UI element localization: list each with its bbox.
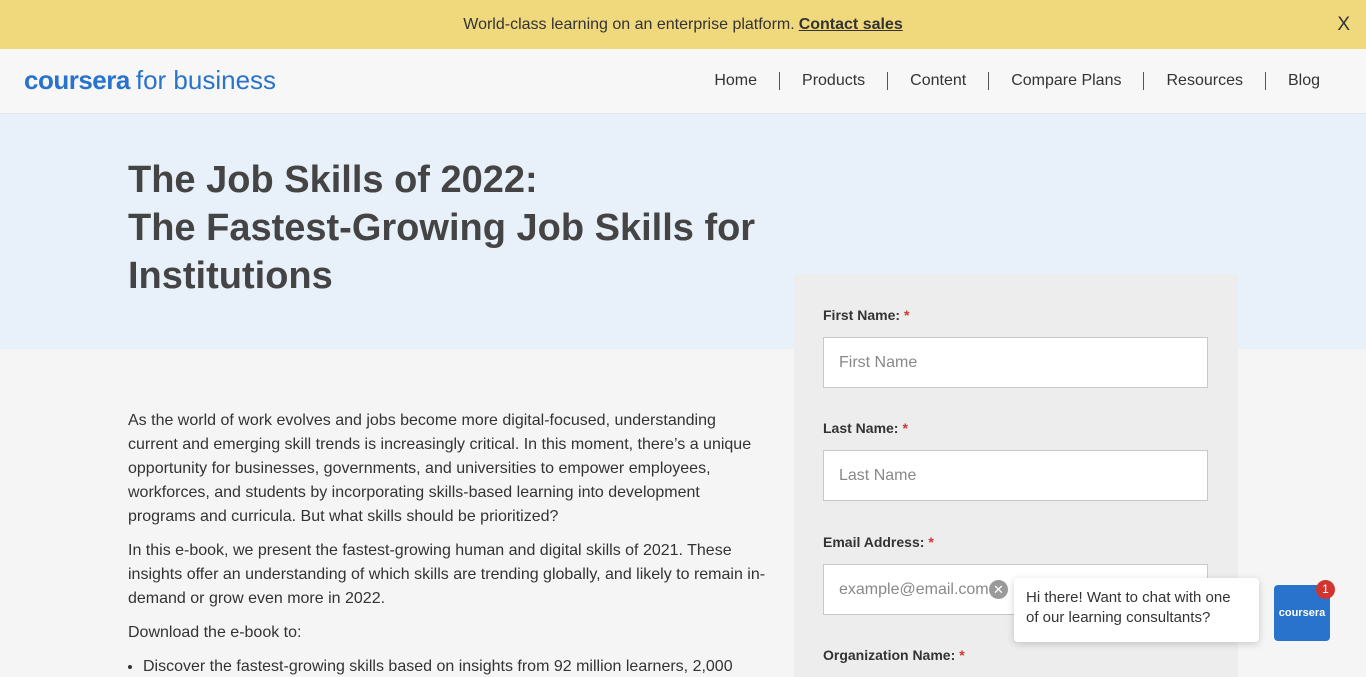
first-name-input[interactable]: First Name [823,337,1208,388]
notification-badge: 1 [1316,580,1335,599]
coursera-logo[interactable]: coursera for business [24,65,276,95]
nav-products[interactable]: Products [780,69,887,93]
promo-banner: World-class learning on an enterprise pl… [0,0,1366,49]
close-icon[interactable]: X [1337,14,1350,36]
email-label: Email Address: * [823,534,934,550]
benefit-list: Discover the fastest-growing skills base… [143,655,768,677]
clear-icon[interactable]: ✕ [989,580,1008,599]
nav-content[interactable]: Content [888,69,988,93]
list-item: Discover the fastest-growing skills base… [143,655,768,677]
first-name-label: First Name: * [823,307,910,323]
logo-sub: for business [135,65,277,95]
page-title: The Job Skills of 2022: The Fastest-Grow… [128,156,768,300]
site-header: coursera for business Home Products Conte… [0,49,1366,114]
intro-paragraph: As the world of work evolves and jobs be… [128,412,752,525]
nav-blog[interactable]: Blog [1266,69,1342,93]
required-mark: * [959,647,965,663]
title-line-2: The Fastest-Growing Job Skills for Insti… [128,207,756,297]
last-name-input[interactable]: Last Name [823,450,1208,501]
main-nav: Home Products Content Compare Plans Reso… [692,69,1342,93]
nav-home[interactable]: Home [692,69,779,93]
nav-resources[interactable]: Resources [1144,69,1264,93]
required-mark: * [904,307,910,323]
nav-compare-plans[interactable]: Compare Plans [989,69,1143,93]
download-heading: Download the e-book to: [128,624,302,641]
organization-label: Organization Name: * [823,647,965,663]
required-mark: * [928,534,934,550]
contact-sales-link[interactable]: Contact sales [799,16,903,34]
banner-text: World-class learning on an enterprise pl… [463,15,795,33]
title-line-1: The Job Skills of 2022: [128,159,538,201]
first-name-field: First Name: * First Name [823,307,1208,388]
last-name-field: Last Name: * Last Name [823,420,1208,501]
last-name-label: Last Name: * [823,420,908,436]
chat-launcher-label: coursera [1278,607,1326,619]
article-body: As the world of work evolves and jobs be… [128,409,768,677]
ebook-paragraph: In this e-book, we present the fastest-g… [128,542,766,607]
required-mark: * [902,420,908,436]
logo-brand: coursera [24,65,130,95]
chat-message-bubble[interactable]: Hi there! Want to chat with one of our l… [1014,578,1259,642]
organization-field: Organization Name: * [823,647,1208,667]
